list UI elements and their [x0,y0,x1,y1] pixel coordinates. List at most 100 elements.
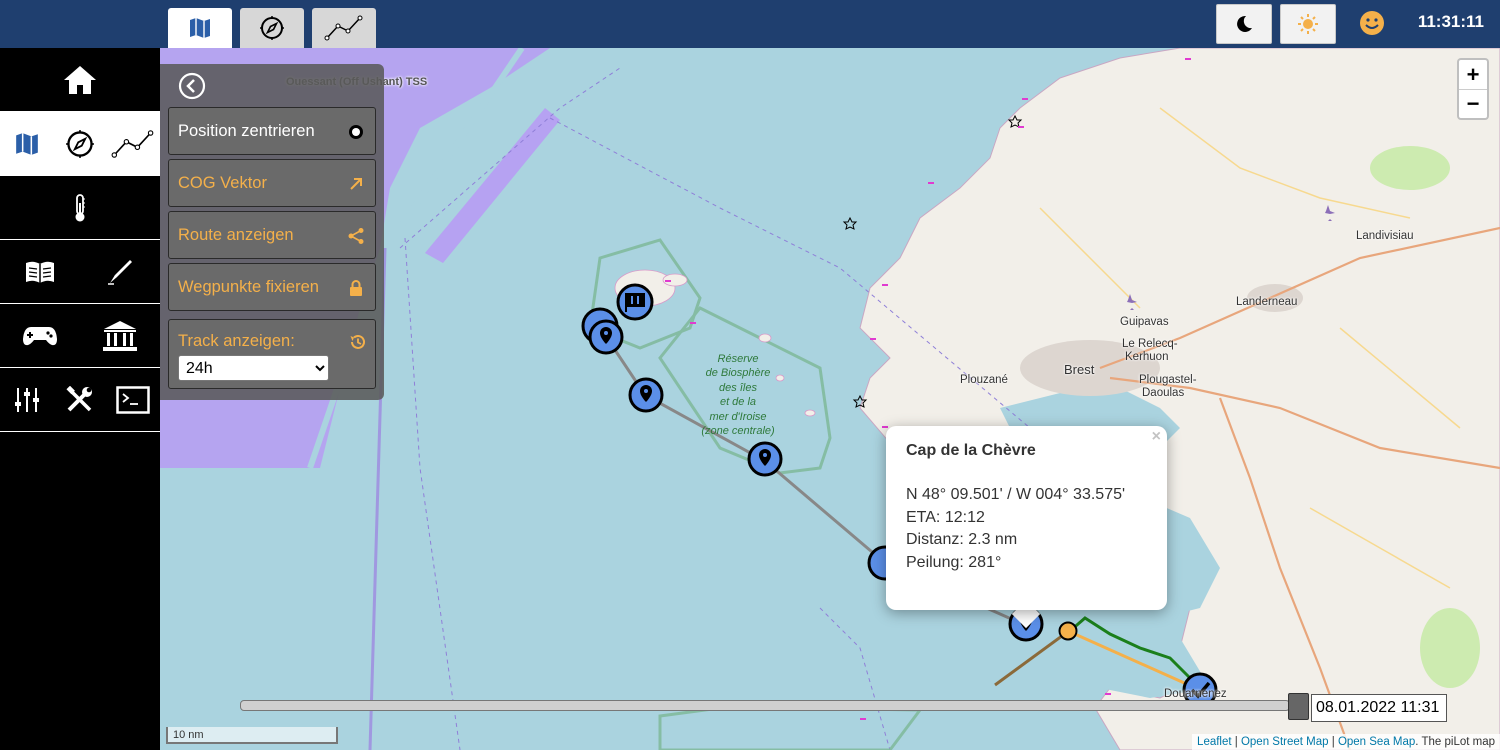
map-icon [15,132,38,155]
sun-icon [1298,14,1318,34]
track-duration-select[interactable]: 24h [178,355,329,381]
sidebar-item-map[interactable] [5,122,49,166]
popup-distance: Distanz: 2.3 nm [906,531,1018,548]
sidebar [0,48,160,750]
map-control-panel: Position zentrieren COG Vektor Route anz… [160,64,384,400]
sidebar-row-sensors [0,176,160,240]
gamepad-icon [23,326,57,345]
clock: 11:31:11 [1417,12,1484,31]
cog-vector-button[interactable]: COG Vektor [168,159,376,207]
sidebar-item-chart[interactable] [111,122,155,166]
sidebar-row-home [0,48,160,112]
panel-back-button[interactable] [178,72,206,100]
leaflet-link[interactable]: Leaflet [1197,736,1232,748]
label-plouzane: Plouzané [960,374,1008,386]
waypoint-popup: × Cap de la Chèvre N 48° 09.501' / W 004… [886,426,1167,610]
fix-waypoints-label: Wegpunkte fixieren [178,277,319,296]
tab-map[interactable] [168,8,232,48]
dark-mode-button[interactable] [1216,4,1272,44]
label-guipavas: Guipavas [1120,316,1169,328]
openseamap-link[interactable]: Open Sea Map [1338,736,1415,748]
waypoint-marker-4 [747,441,783,477]
history-icon[interactable] [349,333,367,351]
sidebar-item-tools[interactable] [58,378,102,422]
home-icon [64,65,96,94]
pen-icon [108,259,132,285]
zoom-control: + − [1457,58,1489,120]
label-daoulas: Daoulas [1142,387,1185,399]
waypoint-marker-3 [628,377,664,413]
sidebar-item-edit[interactable] [98,250,142,294]
label-brest: Brest [1064,362,1095,377]
compass-icon [66,129,94,158]
label-reserve: Réserve de Biosphère des îles et de la m… [701,353,775,438]
tab-chart[interactable] [312,8,376,48]
top-bar: 11:31:11 [0,0,1500,48]
cog-vector-label: COG Vektor [178,173,267,192]
zoom-out-button[interactable]: − [1459,89,1487,118]
thermometer-icon [75,193,85,221]
label-relecq: Le Relecq- [1122,338,1178,350]
label-kerhuon: Kerhuon [1125,351,1169,363]
boat-position [1058,621,1078,641]
home-button[interactable] [58,58,102,102]
label-landerneau: Landerneau [1236,296,1298,308]
bank-icon [103,320,137,351]
moon-icon [1237,15,1252,32]
sidebar-row-system [0,368,160,432]
sidebar-row-apps [0,304,160,368]
chart-line-icon [324,15,363,41]
sidebar-item-compass[interactable] [58,122,102,166]
popup-bearing: Peilung: 281° [906,553,1002,571]
sidebar-row-navigation [0,112,160,176]
sidebar-item-logbook[interactable] [18,250,62,294]
back-circle-icon [178,72,206,100]
sidebar-item-settings[interactable] [5,378,49,422]
smiley-icon [1360,11,1384,35]
fix-waypoints-button[interactable]: Wegpunkte fixieren [168,263,376,311]
lock-icon [350,280,362,296]
sidebar-item-bank[interactable] [98,314,142,358]
arrow-up-right-icon [350,178,362,190]
time-slider-track[interactable] [240,700,1290,711]
light-mode-button[interactable] [1280,4,1336,44]
popup-close-button[interactable]: × [1152,428,1161,446]
waypoint-flag [616,283,654,321]
attribution-suffix: . The piLot map [1415,736,1495,748]
share-icon [348,228,364,244]
sliders-icon [14,387,39,412]
track-label: Track anzeigen: [178,332,295,350]
zoom-in-button[interactable]: + [1459,60,1487,89]
map-scale: 10 nm [166,727,338,744]
center-position-label: Position zentrieren [178,121,315,140]
show-route-button[interactable]: Route anzeigen [168,211,376,259]
map-attribution: Leaflet | Open Street Map | Open Sea Map… [1192,734,1500,750]
label-douarnenez: Douarnenez [1164,688,1227,700]
dot-circle-icon [349,125,363,139]
tools-icon [66,385,92,411]
chart-line-icon [111,129,154,158]
popup-title: Cap de la Chèvre [906,442,1036,459]
map-icon [190,18,210,38]
osm-link[interactable]: Open Street Map [1241,736,1329,748]
waypoint-marker-2 [588,319,624,355]
time-slider-thumb[interactable] [1288,693,1309,720]
track-control: Track anzeigen: 24h [168,319,376,389]
sidebar-item-games[interactable] [18,314,62,358]
tab-compass[interactable] [240,8,304,48]
tss-lane [425,108,560,263]
popup-position: N 48° 09.501' / W 004° 33.575' [906,486,1126,503]
center-position-button[interactable]: Position zentrieren [168,107,376,155]
sidebar-item-thermometer[interactable] [58,186,102,230]
sidebar-item-terminal[interactable] [111,378,155,422]
terminal-icon [116,385,151,414]
book-icon [26,261,54,283]
label-landivisiau: Landivisiau [1356,230,1414,242]
popup-eta: ETA: 12:12 [906,508,985,526]
time-slider-date[interactable]: 08.01.2022 11:31 [1311,694,1447,722]
status-smiley[interactable] [1358,9,1386,42]
compass-icon [260,16,284,40]
label-plougastel: Plougastel- [1139,374,1197,386]
sidebar-row-docs [0,240,160,304]
show-route-label: Route anzeigen [178,225,294,244]
